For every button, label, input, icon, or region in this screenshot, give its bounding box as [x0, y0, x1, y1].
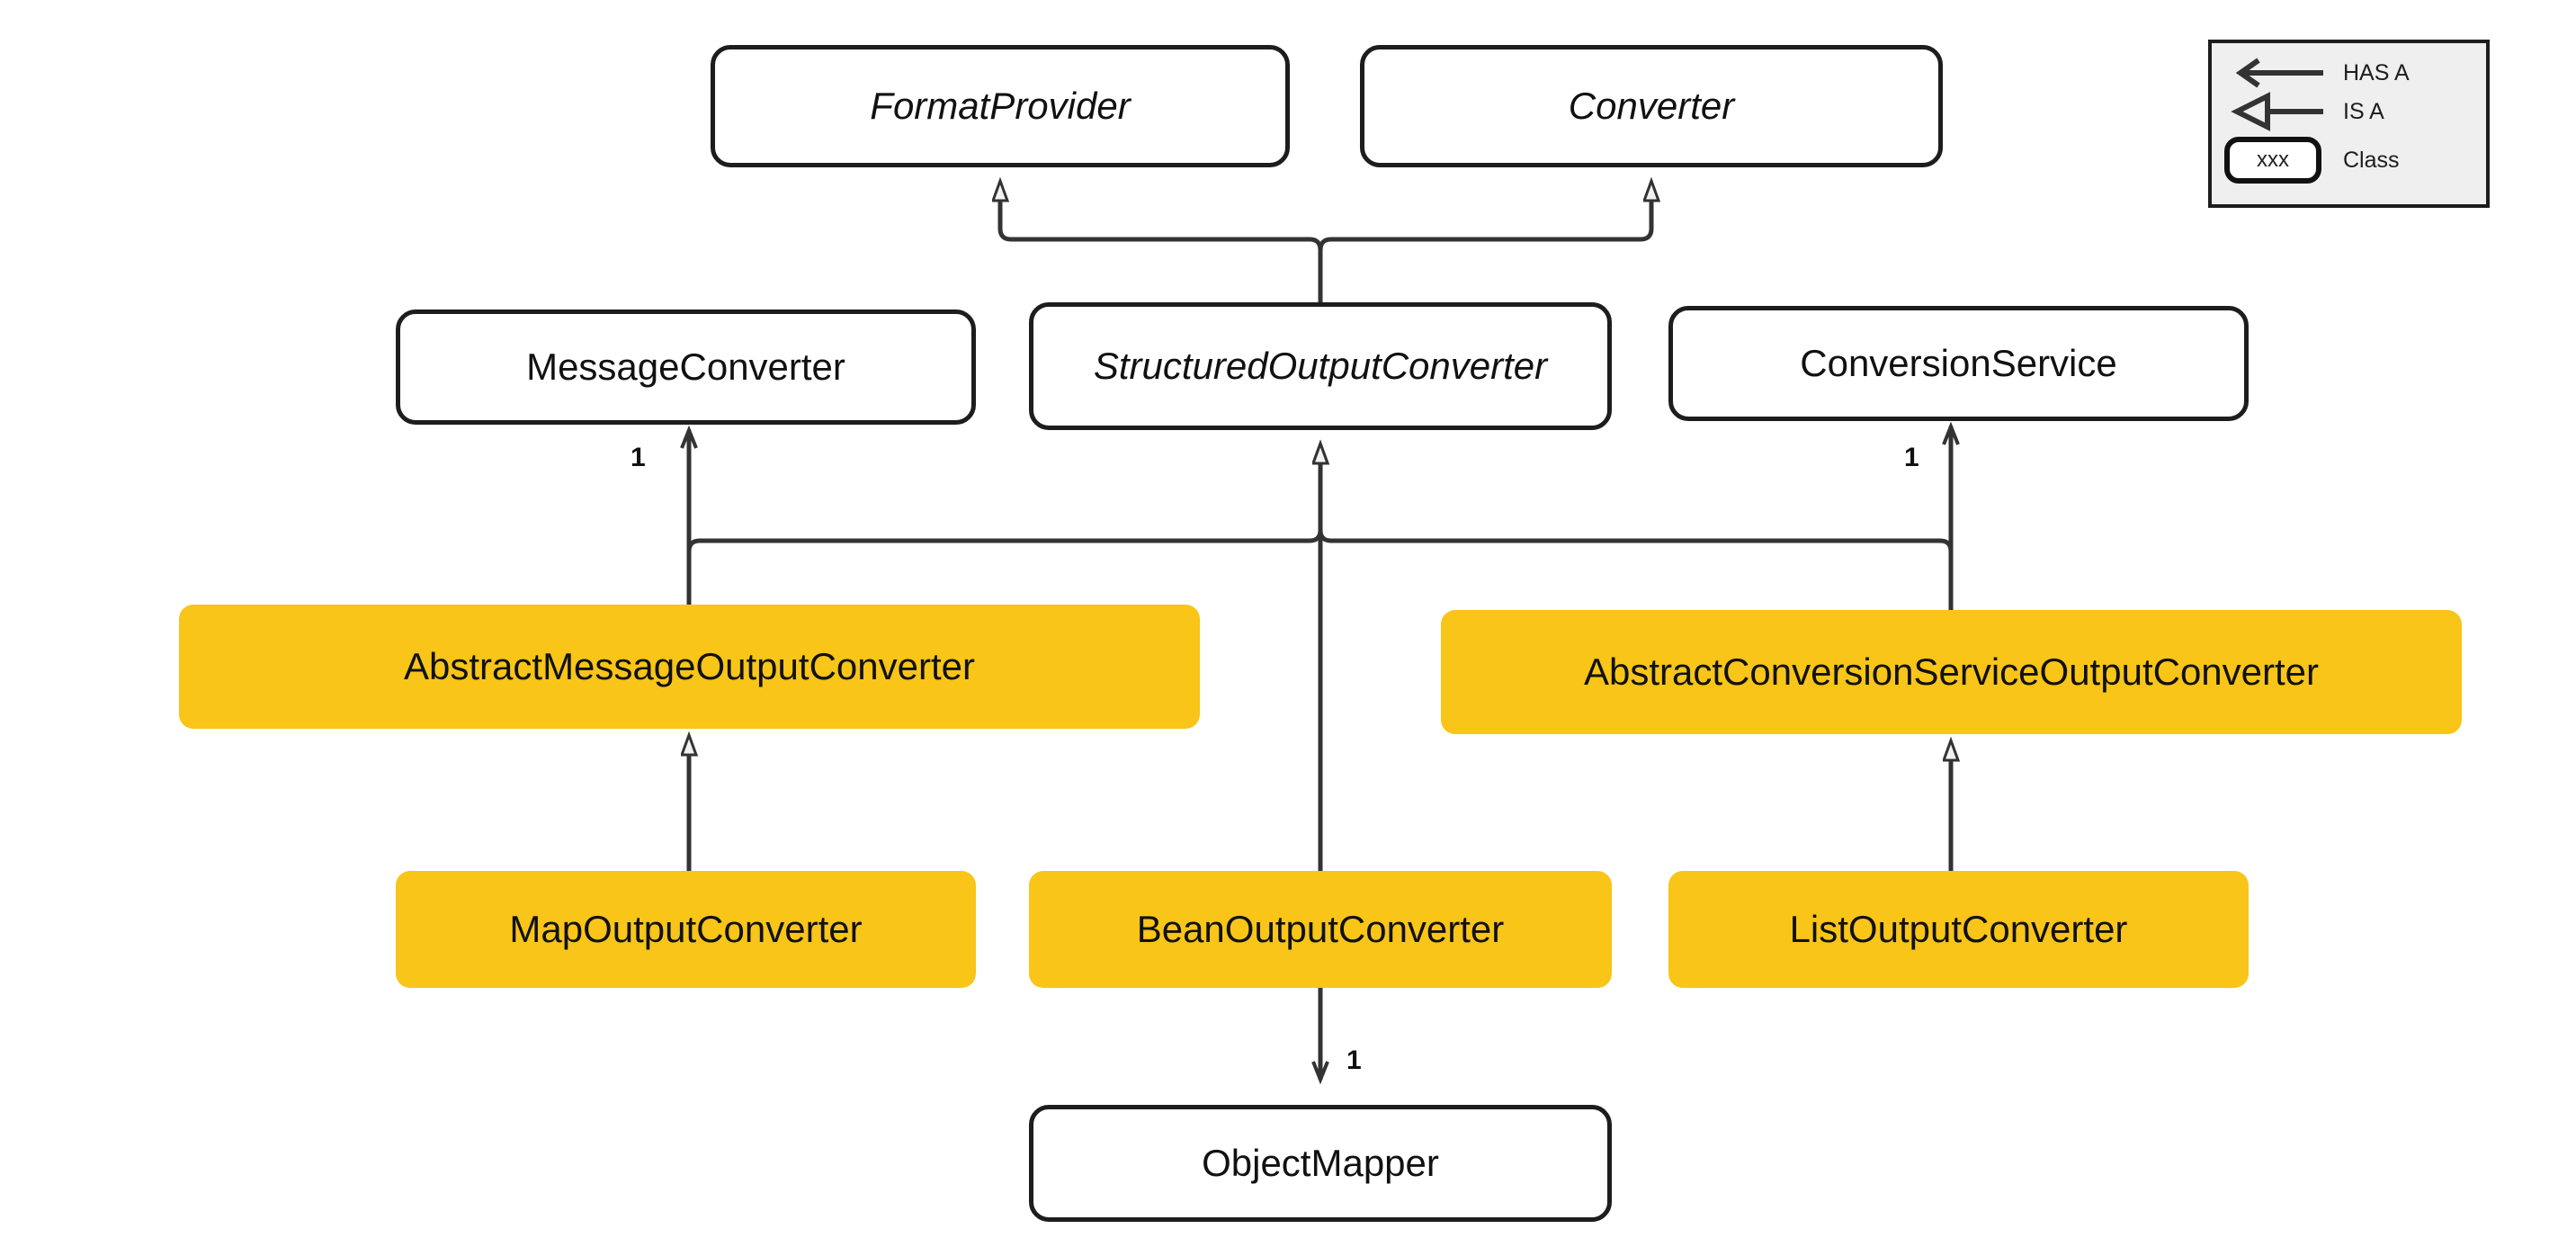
class-label-structured-output-converter: StructuredOutputConverter	[1093, 344, 1548, 387]
class-label-object-mapper: ObjectMapper	[1202, 1141, 1439, 1184]
class-box-structured-output-converter[interactable]: StructuredOutputConverter	[1029, 302, 1612, 430]
hollow-triangle-arrow-icon	[2224, 91, 2332, 132]
class-box-abstract-conversion-service-output-converter[interactable]: AbstractConversionServiceOutputConverter	[1441, 610, 2462, 734]
connector-soc-to-formatprovider-and-converter	[1000, 200, 1651, 302]
legend-label-class: Class	[2343, 147, 2400, 173]
legend-panel: HAS A IS A xxx Class	[2208, 40, 2490, 208]
class-box-format-provider[interactable]: FormatProvider	[711, 45, 1290, 167]
legend-chip-label: xxx	[2224, 137, 2321, 184]
class-label-format-provider: FormatProvider	[870, 84, 1131, 127]
legend-item-has-a: HAS A	[2224, 52, 2410, 94]
class-box-conversion-service[interactable]: ConversionService	[1668, 306, 2249, 421]
class-box-converter[interactable]: Converter	[1360, 45, 1943, 167]
class-label-bean-output-converter: BeanOutputConverter	[1136, 907, 1505, 950]
multiplicity-message-converter: 1	[631, 443, 646, 472]
multiplicity-conversion-service: 1	[1904, 443, 1919, 472]
diagram-canvas: FormatProvider Converter MessageConverte…	[0, 0, 2576, 1256]
class-box-list-output-converter[interactable]: ListOutputConverter	[1668, 871, 2249, 988]
class-label-message-converter: MessageConverter	[526, 345, 845, 388]
class-box-message-converter[interactable]: MessageConverter	[396, 310, 976, 425]
class-label-abstract-conversion-service-output-converter: AbstractConversionServiceOutputConverter	[1583, 650, 2320, 693]
class-box-bean-output-converter[interactable]: BeanOutputConverter	[1029, 871, 1612, 988]
multiplicity-object-mapper: 1	[1346, 1045, 1362, 1075]
class-box-map-output-converter[interactable]: MapOutputConverter	[396, 871, 976, 988]
open-arrow-icon	[2224, 52, 2332, 94]
rounded-box-icon: xxx	[2224, 133, 2332, 187]
legend-label-has-a: HAS A	[2343, 59, 2410, 85]
legend-item-is-a: IS A	[2224, 91, 2384, 132]
class-box-object-mapper[interactable]: ObjectMapper	[1029, 1105, 1612, 1222]
class-label-conversion-service: ConversionService	[1800, 341, 2117, 384]
class-label-converter: Converter	[1568, 84, 1735, 127]
legend-label-is-a: IS A	[2343, 98, 2384, 124]
legend-item-class: xxx Class	[2224, 133, 2400, 187]
class-label-map-output-converter: MapOutputConverter	[509, 907, 863, 950]
class-box-abstract-message-output-converter[interactable]: AbstractMessageOutputConverter	[179, 605, 1200, 729]
class-label-list-output-converter: ListOutputConverter	[1789, 907, 2128, 950]
class-label-abstract-message-output-converter: AbstractMessageOutputConverter	[404, 644, 975, 687]
